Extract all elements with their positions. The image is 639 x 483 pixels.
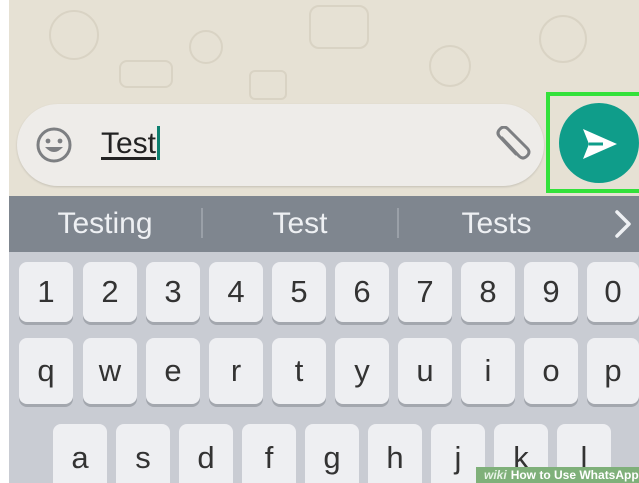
text-caret xyxy=(157,126,161,161)
key[interactable]: 5 xyxy=(272,262,326,322)
key[interactable]: o xyxy=(524,338,578,404)
wallpaper-doodle xyxy=(189,30,223,64)
key[interactable]: 3 xyxy=(146,262,200,322)
key[interactable]: e xyxy=(146,338,200,404)
paper-plane-send-icon xyxy=(583,129,617,159)
key[interactable]: f xyxy=(242,424,296,483)
key[interactable]: d xyxy=(179,424,233,483)
wallpaper-doodle xyxy=(539,15,587,63)
key[interactable]: 2 xyxy=(83,262,137,322)
paperclip-icon[interactable] xyxy=(492,125,534,166)
key[interactable]: 9 xyxy=(524,262,578,322)
suggestion-item[interactable]: Testing xyxy=(9,196,201,252)
suggestion-bar: Testing Test Tests xyxy=(9,196,639,252)
key[interactable]: y xyxy=(335,338,389,404)
key[interactable]: s xyxy=(116,424,170,483)
wallpaper-doodle xyxy=(119,60,173,88)
key[interactable]: 4 xyxy=(209,262,263,322)
suggestion-item[interactable]: Test xyxy=(203,196,397,252)
key[interactable]: p xyxy=(587,338,639,404)
smiley-face-icon[interactable] xyxy=(35,126,73,164)
key[interactable]: i xyxy=(461,338,515,404)
message-input[interactable]: Test xyxy=(101,124,161,164)
wallpaper-doodle xyxy=(309,5,369,49)
watermark-site: wiki xyxy=(484,468,507,482)
key[interactable]: t xyxy=(272,338,326,404)
message-input-value: Test xyxy=(101,127,157,160)
message-composer: Test xyxy=(17,104,544,186)
key[interactable]: 1 xyxy=(19,262,73,322)
key[interactable]: 0 xyxy=(587,262,639,322)
key[interactable]: q xyxy=(19,338,73,404)
key[interactable]: 7 xyxy=(398,262,452,322)
wallpaper-doodle xyxy=(249,70,287,100)
suggestion-item[interactable]: Tests xyxy=(399,196,594,252)
key[interactable]: r xyxy=(209,338,263,404)
key[interactable]: h xyxy=(368,424,422,483)
onscreen-keyboard: 1 2 3 4 5 6 7 8 9 0 q w e r t y u i o p … xyxy=(9,252,639,483)
key[interactable]: u xyxy=(398,338,452,404)
key[interactable]: g xyxy=(305,424,359,483)
key[interactable]: 8 xyxy=(461,262,515,322)
screen: Test Testing Test Tests 1 2 3 4 5 6 7 8 … xyxy=(9,0,639,483)
key[interactable]: 6 xyxy=(335,262,389,322)
send-button[interactable] xyxy=(559,103,639,183)
watermark-title: How to Use WhatsApp xyxy=(510,468,639,482)
chevron-right-icon[interactable] xyxy=(609,202,639,246)
key[interactable]: a xyxy=(53,424,107,483)
wikihow-watermark: wiki How to Use WhatsApp xyxy=(476,467,639,483)
wallpaper-doodle xyxy=(49,10,99,60)
wallpaper-doodle xyxy=(429,45,471,87)
key[interactable]: w xyxy=(83,338,137,404)
